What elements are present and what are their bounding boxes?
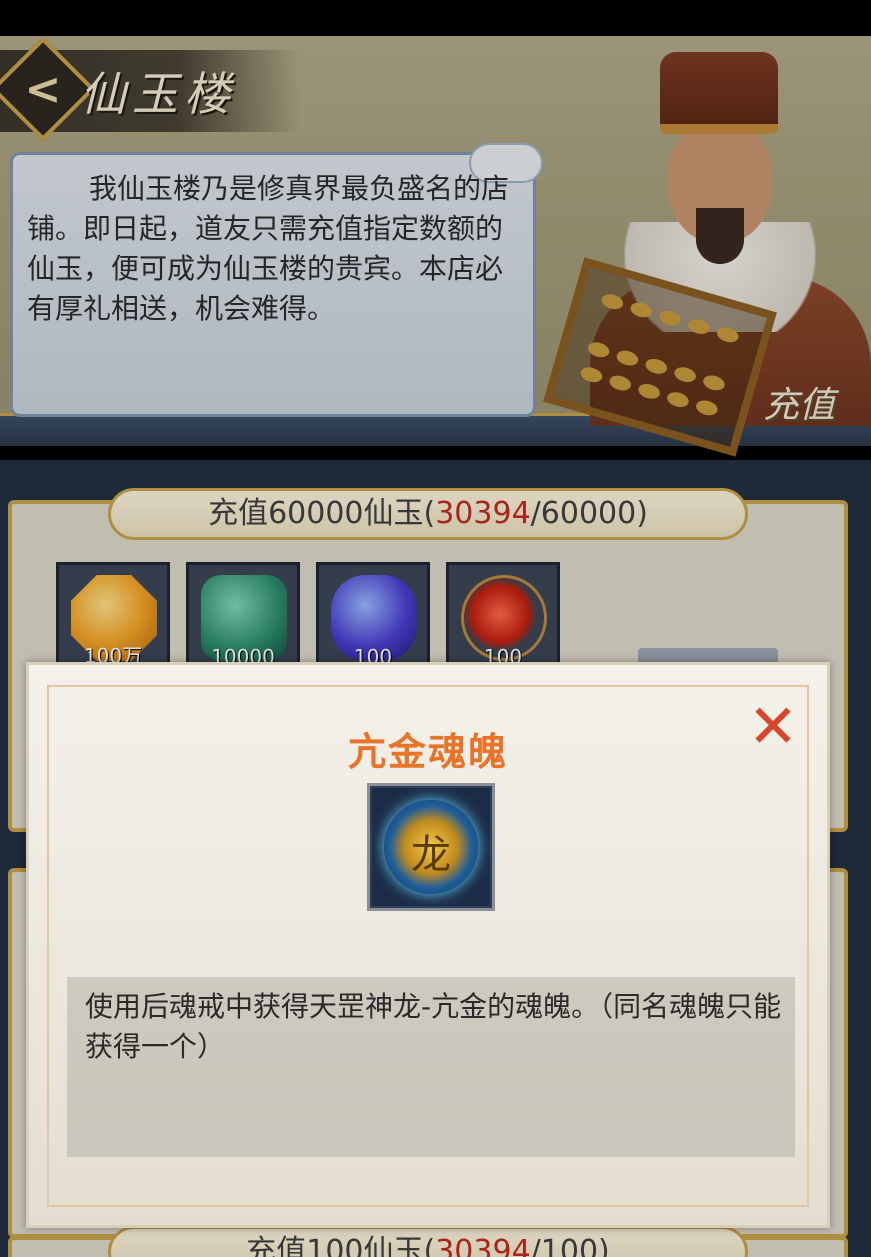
close-button[interactable]: ✕ (745, 692, 801, 762)
popup-title: 亢金魂魄 (347, 730, 508, 774)
dragon-soul-icon (384, 800, 478, 894)
close-icon: ✕ (747, 692, 799, 762)
item-description: 使用后魂戒中获得天罡神龙-亢金的魂魄。（同名魂魄只能获得一个） (85, 990, 782, 1063)
description-box: 使用后魂戒中获得天罡神龙-亢金的魂魄。（同名魂魄只能获得一个） (67, 977, 795, 1157)
item-detail-popup: 亢金魂魄 ✕ 使用后魂戒中获得天罡神龙-亢金的魂魄。（同名魂魄只能获得一个） (26, 662, 830, 1228)
item-frame (367, 783, 495, 911)
